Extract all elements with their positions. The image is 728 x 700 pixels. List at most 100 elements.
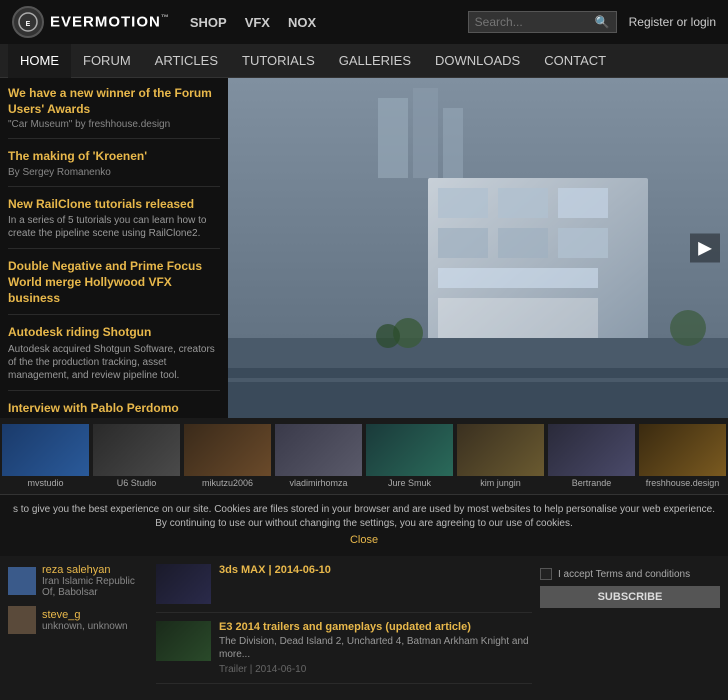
thumb-img-5 (457, 424, 544, 476)
thumb-name-2: mikutzu2006 (184, 478, 271, 488)
logo-icon: E (12, 6, 44, 38)
thumb-name-7: freshhouse.design (639, 478, 726, 488)
register-link[interactable]: Register or login (629, 15, 716, 29)
search-icon[interactable]: 🔍 (595, 15, 610, 29)
user-location-1: unknown, unknown (42, 621, 128, 632)
news-sidebar: We have a new winner of the Forum Users'… (0, 78, 228, 418)
search-input[interactable] (475, 15, 595, 29)
feed-title-0[interactable]: 3ds MAX | 2014-06-10 (219, 564, 532, 576)
news-desc-2: In a series of 5 tutorials you can learn… (8, 214, 220, 240)
nav-downloads[interactable]: DOWNLOADS (423, 44, 532, 78)
thumb-4[interactable]: Jure Smuk (364, 422, 455, 490)
content-area: We have a new winner of the Forum Users'… (0, 78, 728, 418)
thumb-img-4 (366, 424, 453, 476)
search-area: 🔍 (468, 11, 617, 33)
user-avatar-1 (8, 606, 36, 634)
news-item-5: Interview with Pablo Perdomo Mech-specia… (8, 401, 220, 418)
feed-title-1[interactable]: E3 2014 trailers and gameplays (updated … (219, 621, 532, 633)
thumb-name-5: kim jungin (457, 478, 544, 488)
thumb-3[interactable]: vladimirhomza (273, 422, 364, 490)
subscribe-area: I accept Terms and conditions SUBSCRIBE (540, 564, 720, 692)
nav-galleries[interactable]: GALLERIES (327, 44, 423, 78)
thumb-0[interactable]: mvstudio (0, 422, 91, 490)
svg-text:E: E (26, 21, 31, 28)
hero-next-arrow[interactable]: ▶ (690, 234, 720, 263)
thumb-img-3 (275, 424, 362, 476)
hero-image: ▶ (228, 78, 728, 418)
thumb-7[interactable]: freshhouse.design (637, 422, 728, 490)
news-title-4[interactable]: Autodesk riding Shotgun (8, 325, 220, 341)
news-item-0: We have a new winner of the Forum Users'… (8, 86, 220, 139)
bottom-area: reza salehyan Iran Islamic Republic Of, … (0, 556, 728, 700)
news-item-3: Double Negative and Prime Focus World me… (8, 259, 220, 315)
user-list: reza salehyan Iran Islamic Republic Of, … (8, 564, 148, 692)
news-title-0[interactable]: We have a new winner of the Forum Users'… (8, 86, 220, 117)
logo-area: E EVERMOTION™ (12, 6, 170, 38)
thumb-img-2 (184, 424, 271, 476)
subscribe-label: I accept Terms and conditions (558, 569, 690, 580)
logo-trademark: ™ (161, 13, 170, 22)
subscribe-row: I accept Terms and conditions (540, 568, 720, 580)
user-item-0: reza salehyan Iran Islamic Republic Of, … (8, 564, 148, 598)
top-navigation: SHOP VFX NOX (190, 15, 468, 30)
news-desc-4: Autodesk acquired Shotgun Software, crea… (8, 343, 220, 382)
thumb-name-0: mvstudio (2, 478, 89, 488)
thumb-img-6 (548, 424, 635, 476)
thumb-2[interactable]: mikutzu2006 (182, 422, 273, 490)
thumb-name-6: Bertrande (548, 478, 635, 488)
nav-articles[interactable]: ARTICLES (143, 44, 230, 78)
nav-home[interactable]: HOME (8, 44, 71, 78)
nav-tutorials[interactable]: TUTORIALS (230, 44, 327, 78)
news-subtitle-0: "Car Museum" by freshhouse.design (8, 119, 220, 130)
user-name-0[interactable]: reza salehyan (42, 564, 148, 576)
logo-name: EVERMOTION (50, 13, 161, 30)
top-nav-nox[interactable]: NOX (288, 15, 316, 30)
feed-thumb-1 (156, 621, 211, 661)
thumb-img-7 (639, 424, 726, 476)
user-name-1[interactable]: steve_g (42, 609, 128, 621)
feed-thumb-0 (156, 564, 211, 604)
thumb-5[interactable]: kim jungin (455, 422, 546, 490)
news-subtitle-1: By Sergey Romanenko (8, 167, 220, 178)
nav-forum[interactable]: FORUM (71, 44, 143, 78)
news-item-2: New RailClone tutorials released In a se… (8, 197, 220, 250)
cookie-close-button[interactable]: Close (12, 533, 716, 548)
feed-item-1: E3 2014 trailers and gameplays (updated … (156, 621, 532, 684)
thumb-name-1: U6 Studio (93, 478, 180, 488)
user-info-0: reza salehyan Iran Islamic Republic Of, … (42, 564, 148, 598)
logo-text: EVERMOTION™ (50, 13, 170, 31)
header: E EVERMOTION™ SHOP VFX NOX 🔍 Register or… (0, 0, 728, 44)
feed-meta-1: Trailer | 2014-06-10 (219, 664, 532, 675)
subscribe-button[interactable]: SUBSCRIBE (540, 586, 720, 608)
nav-contact[interactable]: CONTACT (532, 44, 618, 78)
feed-content-0: 3ds MAX | 2014-06-10 (219, 564, 532, 604)
news-item-1: The making of 'Kroenen' By Sergey Romane… (8, 149, 220, 187)
user-location-0: Iran Islamic Republic Of, Babolsar (42, 576, 148, 598)
top-nav-shop[interactable]: SHOP (190, 15, 227, 30)
feed-desc-1: The Division, Dead Island 2, Uncharted 4… (219, 635, 532, 661)
cookie-text: s to give you the best experience on our… (13, 504, 715, 529)
news-title-5[interactable]: Interview with Pablo Perdomo (8, 401, 220, 417)
main-navigation: HOME FORUM ARTICLES TUTORIALS GALLERIES … (0, 44, 728, 78)
user-info-1: steve_g unknown, unknown (42, 609, 128, 632)
thumb-name-3: vladimirhomza (275, 478, 362, 488)
hero-visual (228, 78, 728, 418)
thumb-1[interactable]: U6 Studio (91, 422, 182, 490)
news-title-3[interactable]: Double Negative and Prime Focus World me… (8, 259, 220, 306)
news-title-2[interactable]: New RailClone tutorials released (8, 197, 220, 213)
user-item-1: steve_g unknown, unknown (8, 606, 148, 634)
thumb-name-4: Jure Smuk (366, 478, 453, 488)
news-item-4: Autodesk riding Shotgun Autodesk acquire… (8, 325, 220, 391)
news-title-1[interactable]: The making of 'Kroenen' (8, 149, 220, 165)
feed-content-1: E3 2014 trailers and gameplays (updated … (219, 621, 532, 675)
subscribe-checkbox[interactable] (540, 568, 552, 580)
thumb-img-0 (2, 424, 89, 476)
thumbnail-strip: mvstudio U6 Studio mikutzu2006 vladimirh… (0, 418, 728, 494)
feed-item-0: 3ds MAX | 2014-06-10 (156, 564, 532, 613)
cookie-notice: s to give you the best experience on our… (0, 494, 728, 556)
user-avatar-0 (8, 567, 36, 595)
top-nav-vfx[interactable]: VFX (245, 15, 270, 30)
news-feed: 3ds MAX | 2014-06-10 E3 2014 trailers an… (156, 564, 532, 692)
thumb-6[interactable]: Bertrande (546, 422, 637, 490)
thumb-img-1 (93, 424, 180, 476)
